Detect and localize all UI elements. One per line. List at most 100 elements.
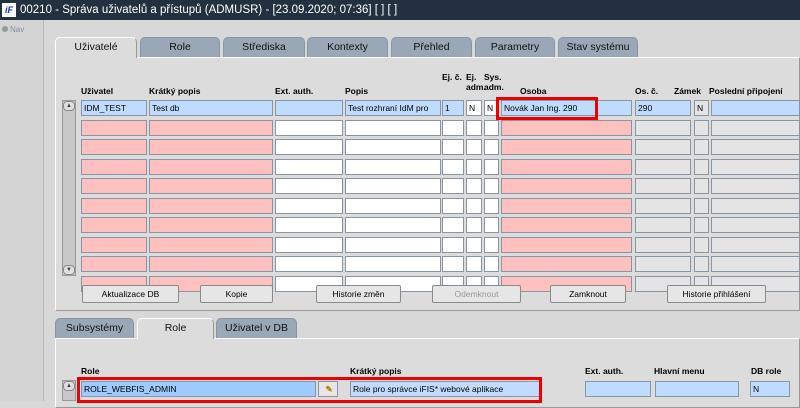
empty-cell[interactable] [81, 139, 147, 155]
empty-cell[interactable] [711, 158, 800, 175]
empty-cell[interactable] [275, 256, 343, 272]
empty-cell[interactable] [501, 119, 632, 136]
empty-cell[interactable] [711, 197, 800, 214]
empty-cell[interactable] [275, 236, 343, 253]
empty-cell[interactable] [442, 119, 464, 136]
empty-cell[interactable] [466, 139, 482, 155]
empty-cell[interactable] [711, 217, 800, 233]
empty-cell[interactable] [81, 178, 147, 194]
role-cell[interactable]: N [750, 381, 790, 397]
empty-cell[interactable] [466, 256, 482, 272]
empty-cell[interactable] [711, 178, 800, 194]
scroll-up-icon[interactable]: ▲ [63, 101, 75, 111]
button-historie-přihlášení[interactable]: Historie přihlášení [667, 285, 766, 303]
empty-cell[interactable] [501, 256, 632, 272]
user-cell[interactable]: IDM_TEST [81, 100, 147, 116]
empty-cell[interactable] [442, 217, 464, 233]
tab-0[interactable]: Uživatelé [55, 37, 137, 58]
empty-cell[interactable] [501, 197, 632, 214]
empty-cell[interactable] [484, 139, 499, 155]
empty-cell[interactable] [711, 119, 800, 136]
tab-2[interactable]: Střediska [223, 37, 305, 57]
tab-1[interactable]: Role [140, 37, 220, 57]
empty-cell[interactable] [81, 197, 147, 214]
empty-cell[interactable] [694, 256, 709, 272]
empty-cell[interactable] [484, 236, 499, 253]
tab-6[interactable]: Stav systému [558, 37, 638, 57]
tab-4[interactable]: Přehled [391, 37, 472, 57]
button-kopie[interactable]: Kopie [200, 285, 273, 303]
empty-cell[interactable] [345, 158, 441, 175]
empty-cell[interactable] [149, 119, 273, 136]
user-cell[interactable]: N [694, 100, 709, 116]
empty-cell[interactable] [149, 197, 273, 214]
empty-cell[interactable] [694, 158, 709, 175]
empty-cell[interactable] [149, 236, 273, 253]
user-cell[interactable]: 1 [442, 100, 464, 116]
empty-cell[interactable] [466, 119, 482, 136]
empty-cell[interactable] [81, 119, 147, 136]
empty-cell[interactable] [484, 217, 499, 233]
empty-cell[interactable] [345, 217, 441, 233]
empty-cell[interactable] [149, 178, 273, 194]
user-cell[interactable]: Test db [149, 100, 273, 116]
empty-cell[interactable] [466, 178, 482, 194]
bottom-tab-2[interactable]: Uživatel v DB [216, 318, 297, 338]
empty-cell[interactable] [345, 236, 441, 253]
scroll-down-icon[interactable]: ▼ [63, 265, 75, 275]
empty-cell[interactable] [466, 158, 482, 175]
empty-cell[interactable] [442, 197, 464, 214]
empty-cell[interactable] [149, 158, 273, 175]
empty-cell[interactable] [275, 119, 343, 136]
empty-cell[interactable] [501, 158, 632, 175]
empty-cell[interactable] [635, 256, 691, 272]
empty-cell[interactable] [635, 197, 691, 214]
button-aktualizace-db[interactable]: Aktualizace DB [82, 285, 179, 303]
empty-cell[interactable] [149, 139, 273, 155]
empty-cell[interactable] [442, 139, 464, 155]
button-historie-změn[interactable]: Historie změn [316, 285, 401, 303]
empty-cell[interactable] [345, 256, 441, 272]
empty-cell[interactable] [81, 217, 147, 233]
empty-cell[interactable] [501, 236, 632, 253]
empty-cell[interactable] [711, 236, 800, 253]
empty-cell[interactable] [345, 119, 441, 136]
empty-cell[interactable] [501, 178, 632, 194]
nav-button[interactable]: Nav [2, 25, 24, 34]
user-cell[interactable]: N [466, 100, 482, 116]
empty-cell[interactable] [345, 178, 441, 194]
empty-cell[interactable] [484, 256, 499, 272]
user-cell[interactable] [275, 100, 343, 116]
empty-cell[interactable] [635, 217, 691, 233]
role-cell[interactable] [655, 381, 739, 397]
empty-cell[interactable] [501, 217, 632, 233]
tab-5[interactable]: Parametry [475, 37, 555, 57]
empty-cell[interactable] [275, 158, 343, 175]
tab-3[interactable]: Kontexty [307, 37, 388, 57]
empty-cell[interactable] [442, 236, 464, 253]
empty-cell[interactable] [275, 217, 343, 233]
empty-cell[interactable] [694, 119, 709, 136]
empty-cell[interactable] [711, 256, 800, 272]
empty-cell[interactable] [345, 197, 441, 214]
empty-cell[interactable] [635, 236, 691, 253]
empty-cell[interactable] [694, 236, 709, 253]
empty-cell[interactable] [81, 158, 147, 175]
bottom-tab-1[interactable]: Role [137, 318, 214, 339]
empty-cell[interactable] [484, 197, 499, 214]
empty-cell[interactable] [694, 197, 709, 214]
empty-cell[interactable] [275, 178, 343, 194]
roles-scrollbar[interactable]: ▲ [62, 380, 76, 401]
empty-cell[interactable] [484, 158, 499, 175]
empty-cell[interactable] [711, 139, 800, 155]
empty-cell[interactable] [694, 139, 709, 155]
empty-cell[interactable] [149, 217, 273, 233]
empty-cell[interactable] [466, 197, 482, 214]
empty-cell[interactable] [442, 256, 464, 272]
user-cell[interactable]: 290 [635, 100, 691, 116]
empty-cell[interactable] [149, 256, 273, 272]
empty-cell[interactable] [466, 217, 482, 233]
user-cell[interactable] [711, 100, 800, 116]
empty-cell[interactable] [694, 178, 709, 194]
empty-cell[interactable] [345, 139, 441, 155]
